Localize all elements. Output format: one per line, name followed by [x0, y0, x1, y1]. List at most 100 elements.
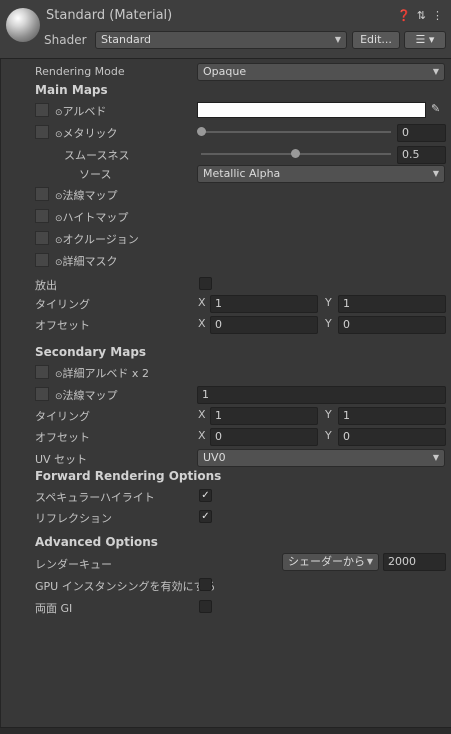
gpu-instancing-label: GPU インスタンシングを有効にする — [35, 580, 216, 593]
render-queue-value-field[interactable]: 2000 — [383, 553, 446, 571]
occlusion-row: ⊙オクルージョン — [55, 231, 139, 247]
help-icon[interactable]: ❓ — [397, 9, 411, 22]
reflections-checkbox[interactable]: ✓ — [199, 510, 212, 523]
object-picker-icon[interactable]: ⊙ — [55, 192, 63, 202]
double-sided-gi-label: 両面 GI — [35, 602, 73, 615]
normal-label: 法線マップ — [62, 189, 118, 202]
smoothness-value-field[interactable]: 0.5 — [397, 146, 446, 164]
main-tiling-x-field[interactable]: 1 — [210, 295, 318, 313]
height-texture-slot[interactable] — [35, 209, 49, 223]
secondary-tiling-label: タイリング — [35, 410, 90, 423]
kebab-icon[interactable]: ⋮ — [432, 9, 443, 22]
edit-button[interactable]: Edit... — [352, 31, 400, 49]
metallic-slider-handle[interactable] — [197, 127, 206, 136]
occlusion-label: オクルージョン — [62, 233, 139, 246]
secondary-offset-y-field[interactable]: 0 — [338, 428, 446, 446]
secondary-maps-title: Secondary Maps — [35, 345, 147, 359]
material-preview-sphere — [6, 8, 40, 42]
height-row: ⊙ハイトマップ — [55, 209, 128, 225]
secondary-offset-x-label: X — [198, 429, 206, 442]
secondary-offset-y-label: Y — [325, 429, 332, 442]
albedo-color-field[interactable] — [197, 102, 426, 118]
render-queue-label: レンダーキュー — [35, 558, 112, 571]
object-picker-icon[interactable]: ⊙ — [55, 392, 63, 402]
detail-mask-label: 詳細マスク — [62, 255, 118, 268]
inspector-header: Standard (Material) ❓ ⇅ ⋮ Shader Standar… — [0, 0, 451, 59]
secondary-normal-texture-slot[interactable] — [35, 387, 49, 401]
albedo-row: ⊙アルベド — [55, 103, 106, 119]
uv-set-label: UV セット — [35, 453, 88, 466]
albedo-texture-slot[interactable] — [35, 103, 49, 117]
chevron-down-icon: ▼ — [432, 169, 439, 178]
secondary-tiling-y-label: Y — [325, 408, 332, 421]
height-label: ハイトマップ — [62, 211, 129, 224]
object-picker-icon[interactable]: ⊙ — [55, 258, 63, 268]
smoothness-slider-handle[interactable] — [291, 149, 300, 158]
secondary-tiling-y-field[interactable]: 1 — [338, 407, 446, 425]
specular-highlights-checkbox[interactable]: ✓ — [199, 489, 212, 502]
secondary-offset-x-field[interactable]: 0 — [210, 428, 318, 446]
preset-icon[interactable]: ⇅ — [417, 9, 426, 22]
double-sided-gi-checkbox[interactable] — [199, 600, 212, 613]
main-tiling-x-label: X — [198, 296, 206, 309]
shader-label: Shader — [44, 33, 87, 47]
secondary-normal-label: 法線マップ — [62, 389, 118, 402]
normal-texture-slot[interactable] — [35, 187, 49, 201]
main-offset-y-field[interactable]: 0 — [338, 316, 446, 334]
source-label: ソース — [79, 168, 112, 181]
secondary-offset-label: オフセット — [35, 431, 90, 444]
object-picker-icon[interactable]: ⊙ — [55, 236, 63, 246]
main-tiling-y-label: Y — [325, 296, 332, 309]
emission-checkbox[interactable] — [199, 277, 212, 290]
secondary-tiling-x-label: X — [198, 408, 206, 421]
object-picker-icon[interactable]: ⊙ — [55, 214, 63, 224]
main-offset-y-label: Y — [325, 317, 332, 330]
metallic-value-field[interactable]: 0 — [397, 124, 446, 142]
eyedropper-icon[interactable]: ✎ — [431, 102, 440, 115]
occlusion-texture-slot[interactable] — [35, 231, 49, 245]
main-offset-x-field[interactable]: 0 — [210, 316, 318, 334]
metallic-row: ⊙メタリック — [55, 125, 118, 141]
main-offset-x-label: X — [198, 317, 206, 330]
rendering-mode-value: Opaque — [203, 65, 247, 78]
shader-value: Standard — [101, 33, 152, 46]
main-tiling-y-field[interactable]: 1 — [338, 295, 446, 313]
metallic-label: メタリック — [62, 127, 118, 140]
detail-mask-row: ⊙詳細マスク — [55, 253, 118, 269]
uv-set-dropdown[interactable]: UV0 ▼ — [197, 449, 445, 467]
detail-albedo-texture-slot[interactable] — [35, 365, 49, 379]
secondary-normal-scale-field[interactable]: 1 — [197, 386, 446, 404]
chevron-down-icon: ▼ — [432, 67, 439, 76]
chevron-down-icon: ▼ — [432, 453, 439, 462]
advanced-options-title: Advanced Options — [35, 535, 158, 549]
source-value: Metallic Alpha — [203, 167, 281, 180]
source-dropdown[interactable]: Metallic Alpha ▼ — [197, 165, 445, 183]
reflections-label: リフレクション — [35, 512, 112, 525]
object-picker-icon[interactable]: ⊙ — [55, 108, 63, 118]
material-title: Standard (Material) — [46, 8, 173, 23]
render-queue-mode-value: シェーダーから — [288, 555, 365, 568]
gpu-instancing-checkbox[interactable] — [199, 578, 212, 591]
forward-options-title: Forward Rendering Options — [35, 469, 222, 483]
normal-row: ⊙法線マップ — [55, 187, 118, 203]
list-menu-button[interactable]: ☰ ▾ — [404, 31, 446, 49]
object-picker-icon[interactable]: ⊙ — [55, 370, 63, 380]
main-maps-title: Main Maps — [35, 83, 108, 97]
secondary-tiling-x-field[interactable]: 1 — [210, 407, 318, 425]
rendering-mode-dropdown[interactable]: Opaque ▼ — [197, 63, 445, 81]
shader-dropdown[interactable]: Standard ▼ — [95, 31, 347, 49]
render-queue-mode-dropdown[interactable]: シェーダーから ▼ — [282, 553, 379, 571]
specular-highlights-label: スペキュラーハイライト — [35, 491, 155, 504]
object-picker-icon[interactable]: ⊙ — [55, 130, 63, 140]
albedo-label: アルベド — [62, 105, 107, 118]
detail-mask-texture-slot[interactable] — [35, 253, 49, 267]
metallic-texture-slot[interactable] — [35, 125, 49, 139]
left-border — [0, 0, 1, 733]
secondary-normal-row: ⊙法線マップ — [55, 387, 118, 403]
rendering-mode-label: Rendering Mode — [35, 65, 125, 78]
main-tiling-label: タイリング — [35, 298, 90, 311]
detail-albedo-label: 詳細アルベド x 2 — [62, 367, 149, 380]
metallic-slider-track[interactable] — [201, 131, 391, 133]
detail-albedo-row: ⊙詳細アルベド x 2 — [55, 365, 149, 381]
uv-set-value: UV0 — [203, 451, 226, 464]
